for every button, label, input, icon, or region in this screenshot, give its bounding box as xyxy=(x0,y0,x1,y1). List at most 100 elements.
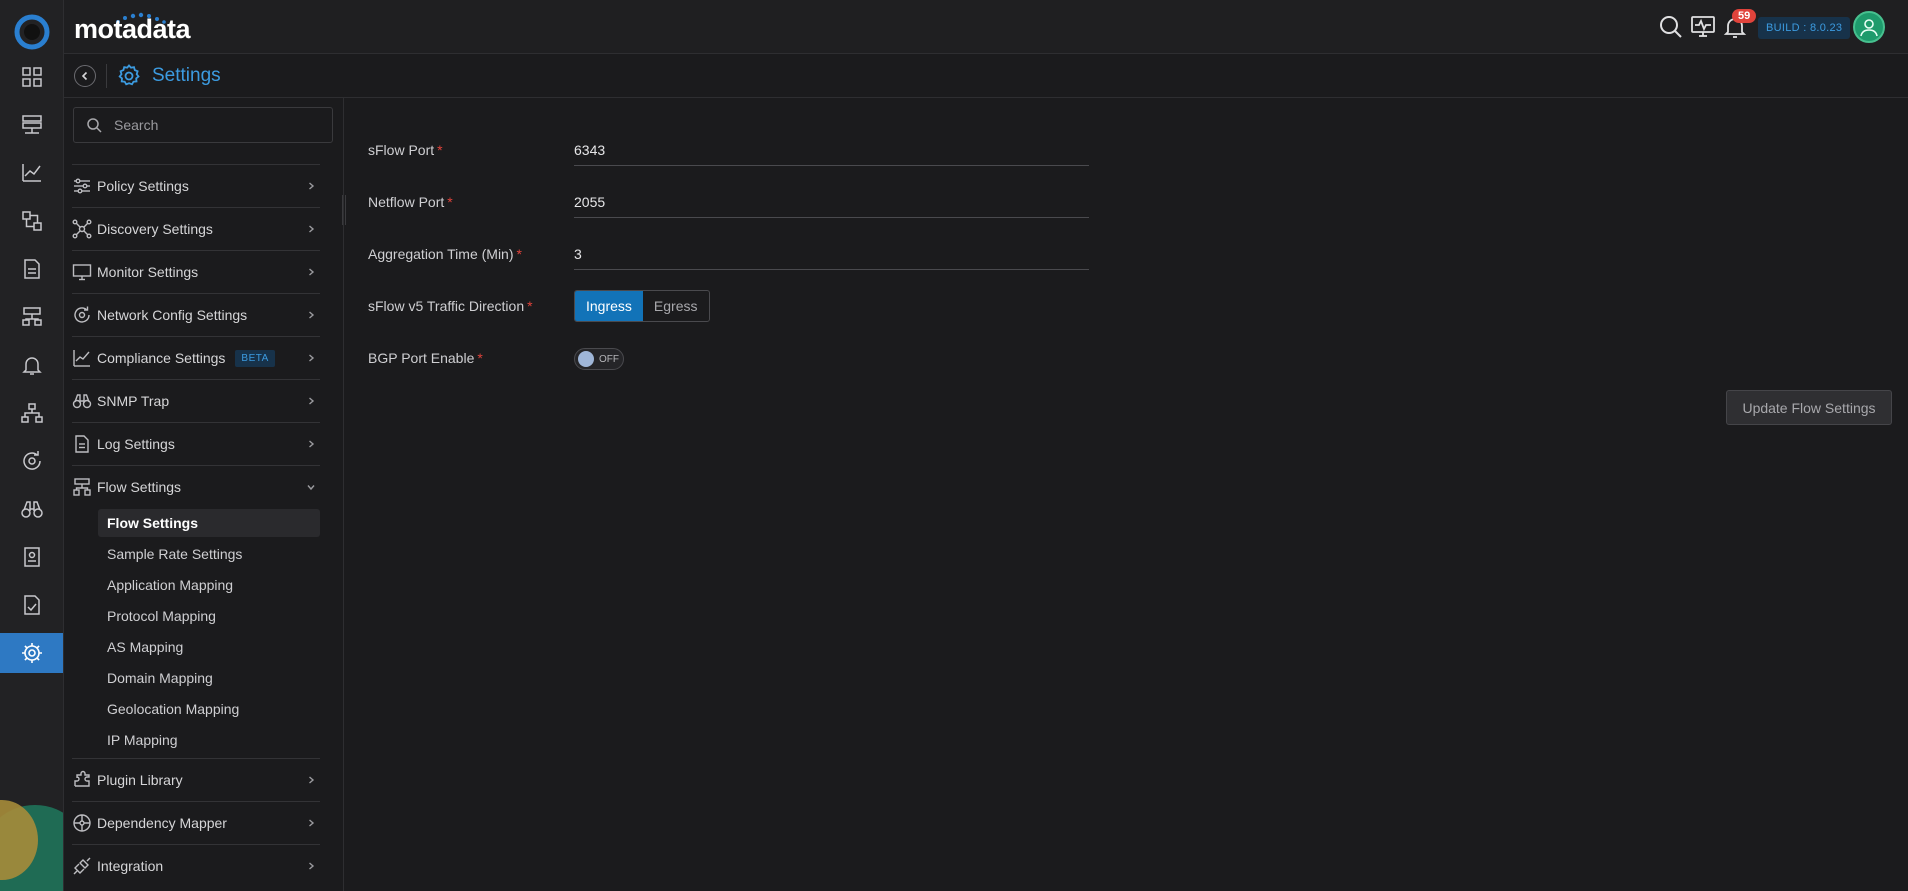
chevron-right-icon xyxy=(309,862,315,870)
switch-knob xyxy=(578,351,594,367)
app-logo-icon[interactable] xyxy=(14,14,50,50)
menu-item-log-settings[interactable]: Log Settings xyxy=(72,422,320,465)
update-flow-settings-button[interactable]: Update Flow Settings xyxy=(1726,390,1892,425)
rail-hierarchy-icon[interactable] xyxy=(0,393,63,433)
user-avatar[interactable] xyxy=(1853,11,1885,43)
flow-icon xyxy=(73,478,91,496)
menu-item-label: Policy Settings xyxy=(97,178,189,194)
required-marker: * xyxy=(516,246,522,262)
menu-item-label: Flow Settings xyxy=(97,479,182,495)
rail-flow-icon[interactable] xyxy=(0,297,63,337)
sflow-port-label: sFlow Port * xyxy=(368,142,443,158)
build-version-badge: BUILD : 8.0.23 xyxy=(1758,17,1851,39)
sub-item-flow-settings[interactable]: Flow Settings xyxy=(98,509,320,537)
sliders-icon xyxy=(74,178,90,194)
menu-item-dependency-mapper[interactable]: Dependency Mapper xyxy=(72,801,320,844)
rail-topology-icon[interactable] xyxy=(0,201,63,241)
rail-audit-icon[interactable] xyxy=(0,585,63,625)
chevron-right-icon xyxy=(309,268,315,276)
menu-item-label: SNMP Trap xyxy=(97,393,170,409)
required-marker: * xyxy=(437,142,443,158)
sub-item-as-mapping[interactable]: AS Mapping xyxy=(98,633,320,661)
monitor-icon xyxy=(72,264,92,281)
top-bar: motadata 59 BUILD : 8.0.23 xyxy=(64,0,1908,54)
user-icon xyxy=(1860,19,1878,37)
ingress-option[interactable]: Ingress xyxy=(575,291,643,321)
menu-item-integration[interactable]: Integration xyxy=(72,844,320,887)
notification-count-badge: 59 xyxy=(1732,9,1757,23)
sub-item-domain-mapping[interactable]: Domain Mapping xyxy=(98,664,320,692)
compliance-icon xyxy=(73,350,90,367)
menu-item-label: Monitor Settings xyxy=(97,264,199,280)
menu-item-label: Integration xyxy=(97,858,164,874)
menu-item-flow-settings[interactable]: Flow Settings xyxy=(72,465,320,508)
discovery-icon xyxy=(72,219,92,239)
log-icon xyxy=(75,435,89,453)
required-marker: * xyxy=(477,350,483,366)
chevron-right-icon xyxy=(309,819,315,827)
settings-side-menu: Policy Settings Discovery Settings Monit… xyxy=(64,98,344,891)
chevron-left-icon xyxy=(81,71,88,81)
chevron-down-icon xyxy=(307,485,315,491)
rail-metrics-icon[interactable] xyxy=(0,153,63,193)
integration-icon xyxy=(73,857,91,875)
sub-item-geolocation-mapping[interactable]: Geolocation Mapping xyxy=(98,695,320,723)
rail-dashboard-icon[interactable] xyxy=(0,57,63,97)
netflow-port-label-text: Netflow Port xyxy=(368,194,445,210)
aggregation-time-label-text: Aggregation Time (Min) xyxy=(368,246,514,262)
sub-item-ip-mapping[interactable]: IP Mapping xyxy=(98,726,320,754)
menu-item-label: Log Settings xyxy=(97,436,175,452)
settings-search[interactable] xyxy=(73,107,333,143)
monitor-health-icon[interactable] xyxy=(1690,14,1716,40)
traffic-direction-toggle-group: Ingress Egress xyxy=(574,290,710,322)
page-header: Settings xyxy=(64,54,1908,98)
required-marker: * xyxy=(527,298,533,314)
search-icon[interactable] xyxy=(1658,14,1684,40)
menu-item-network-config-settings[interactable]: Network Config Settings xyxy=(72,293,320,336)
menu-item-snmp-trap[interactable]: SNMP Trap xyxy=(72,379,320,422)
rail-settings-icon[interactable] xyxy=(0,633,63,673)
bgp-port-label: BGP Port Enable * xyxy=(368,350,483,366)
netflow-port-input[interactable] xyxy=(574,186,1089,218)
rail-binoculars-icon[interactable] xyxy=(0,489,63,529)
plugin-icon xyxy=(74,770,90,787)
aggregation-time-input[interactable] xyxy=(574,238,1089,270)
rail-alert-bell-icon[interactable] xyxy=(0,345,63,385)
sub-item-application-mapping[interactable]: Application Mapping xyxy=(98,571,320,599)
aggregation-time-label: Aggregation Time (Min) * xyxy=(368,246,522,262)
sflow-port-label-text: sFlow Port xyxy=(368,142,435,158)
brand-logo[interactable]: motadata xyxy=(74,14,191,45)
page-title: Settings xyxy=(152,65,221,86)
sub-item-sample-rate-settings[interactable]: Sample Rate Settings xyxy=(98,540,320,568)
traffic-direction-label-text: sFlow v5 Traffic Direction xyxy=(368,298,525,314)
menu-item-label: Network Config Settings xyxy=(97,307,248,323)
search-icon xyxy=(87,118,102,133)
rail-server-icon[interactable] xyxy=(0,105,63,145)
required-marker: * xyxy=(447,194,453,210)
switch-state-text: OFF xyxy=(599,353,619,365)
rail-config-sync-icon[interactable] xyxy=(0,441,63,481)
panel-resize-handle[interactable] xyxy=(342,195,346,225)
bgp-port-switch[interactable]: OFF xyxy=(574,348,624,370)
menu-item-policy-settings[interactable]: Policy Settings xyxy=(72,164,320,207)
settings-search-input[interactable] xyxy=(114,117,314,133)
traffic-direction-label: sFlow v5 Traffic Direction * xyxy=(368,298,533,314)
settings-gear-icon xyxy=(118,64,140,86)
sflow-port-input[interactable] xyxy=(574,134,1089,166)
back-button[interactable] xyxy=(74,65,96,87)
chevron-right-icon xyxy=(309,225,315,233)
egress-option[interactable]: Egress xyxy=(643,291,709,321)
header-divider xyxy=(106,64,107,88)
chevron-right-icon xyxy=(309,397,315,405)
rail-document-icon[interactable] xyxy=(0,537,63,577)
menu-item-monitor-settings[interactable]: Monitor Settings xyxy=(72,250,320,293)
chevron-right-icon xyxy=(309,311,315,319)
chevron-right-icon xyxy=(309,354,315,362)
rail-report-icon[interactable] xyxy=(0,249,63,289)
network-config-icon xyxy=(74,306,90,323)
menu-item-label: Plugin Library xyxy=(97,772,183,788)
menu-item-discovery-settings[interactable]: Discovery Settings xyxy=(72,207,320,250)
menu-item-compliance-settings[interactable]: Compliance Settings BETA xyxy=(72,336,320,379)
menu-item-plugin-library[interactable]: Plugin Library xyxy=(72,758,320,801)
sub-item-protocol-mapping[interactable]: Protocol Mapping xyxy=(98,602,320,630)
